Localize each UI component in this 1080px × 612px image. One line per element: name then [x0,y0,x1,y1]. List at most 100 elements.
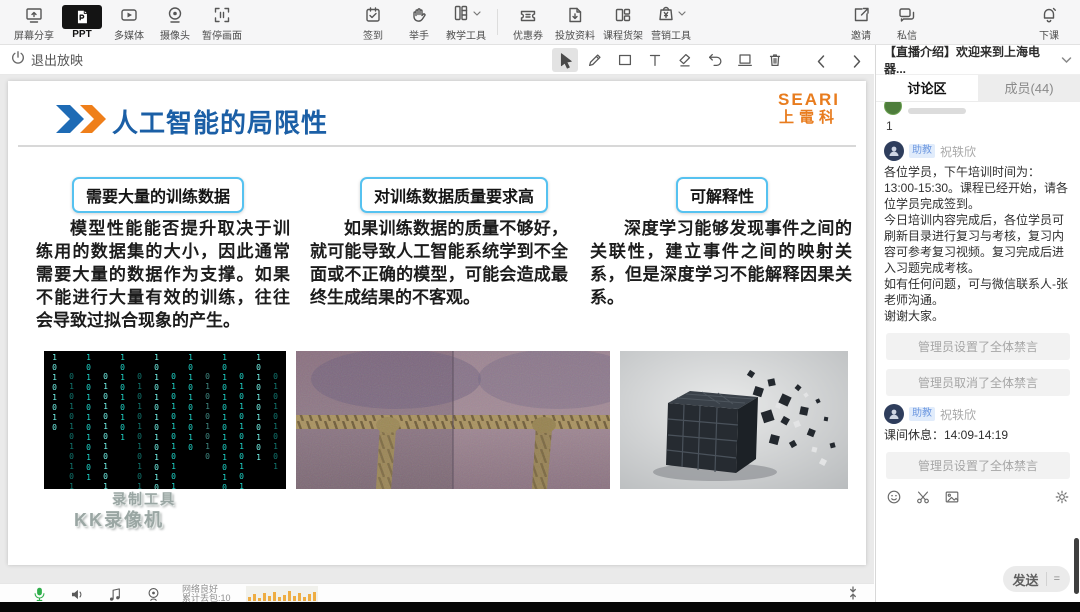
send-mode-toggle[interactable]: = [1054,573,1060,585]
network-status: 网络良好 累计丢包:10 [182,585,231,603]
settings-gear-icon[interactable] [1054,489,1070,505]
ppt-button[interactable]: PPT [58,1,106,43]
limitation-heading-3: 可解释性 [676,177,769,213]
avatar [884,102,902,115]
private-message-button[interactable]: 私信 [884,1,930,43]
private-message-icon [897,3,917,27]
exit-projection-button[interactable]: 退出放映 [10,50,83,69]
teaching-tools-button[interactable]: 教学工具 [442,1,490,43]
sign-in-icon [363,3,383,27]
send-divider [1045,572,1047,586]
exit-projection-label: 退出放映 [31,53,84,68]
limitation-body-2: 如果训练数据的质量不够好，就可能导致人工智能系统学到不全面或不正确的模型，可能会… [310,219,568,307]
text-tool[interactable] [642,48,668,72]
coupon-button[interactable]: 优惠券 [505,1,551,43]
exit-projection-icon [10,50,26,69]
chat-input[interactable] [876,509,1080,564]
multimedia-button[interactable]: 多媒体 [106,1,152,43]
seari-logo-subtext: 上電科 [779,109,840,126]
camera-button[interactable]: 摄像头 [152,1,198,43]
course-shelf-icon [613,3,633,27]
send-button[interactable]: 发送 = [1002,566,1070,592]
slide-toolbar: 退出放映 [0,45,874,75]
ppt-label: PPT [72,28,92,40]
avatar [884,404,904,424]
tab-discussion[interactable]: 讨论区 [876,75,978,101]
materials-button[interactable]: 投放资料 [551,1,599,43]
undo-tool[interactable] [702,48,728,72]
materials-label: 投放资料 [555,30,595,42]
screen-share-icon [24,3,44,27]
limitation-heading-1: 需要大量的训练数据 [72,177,245,213]
live-intro-dropdown[interactable]: 【直播介绍】欢迎来到上海电器... [876,44,1080,76]
course-shelf-button[interactable]: 课程货架 [599,1,647,43]
live-intro-title: 【直播介绍】欢迎来到上海电器... [884,44,1041,76]
speaker-button[interactable] [68,585,86,603]
microphone-button[interactable] [30,585,48,603]
message-line: 谢谢大家。 [884,309,945,323]
next-slide-button[interactable] [848,49,866,73]
invite-button[interactable]: 邀请 [838,1,884,43]
message-header: 助教 祝轶欣 [884,404,1072,424]
message-body: 各位学员，下午培训时间为：13:00-15:30。课程已经开始，请各位学员完成签… [884,164,1072,324]
chevron-down-icon [678,9,686,20]
message-body: 课间休息：14:09-14:19 [884,428,1009,442]
marketing-tools-button[interactable]: 营销工具 [647,1,695,43]
multimedia-icon [119,3,139,27]
music-button[interactable] [106,585,124,603]
toolbar-divider [497,9,498,35]
pause-frame-button[interactable]: 暂停画面 [198,1,246,43]
sign-in-label: 签到 [363,30,383,42]
chat-message-list[interactable]: 1 助教 祝轶欣 各位学员，下午培训时间为：13:00-15:30。课程已经开始… [876,102,1080,484]
prev-slide-button[interactable] [812,49,830,73]
status-bar: 网络良好 累计丢包:10 [0,583,874,606]
window-bottom-edge [0,602,1080,612]
scrollbar-thumb[interactable] [1074,538,1079,594]
pause-frame-label: 暂停画面 [202,30,242,42]
raise-hand-label: 举手 [409,30,429,42]
rectangle-tool[interactable] [612,48,638,72]
slide-stage: 人工智能的局限性 SEARI 上電科 需要大量的训练数据 对训练数据质量要求高 … [0,75,874,583]
slide-title: 人工智能的局限性 [112,108,329,138]
webinar-window: 屏幕分享 PPT 多媒体 摄像头 暂停画面 签到 举手 教学工具 优惠券 投放资… [0,0,1080,612]
teaching-tools-icon [451,3,471,26]
tab-members[interactable]: 成员(44) [978,75,1080,101]
sign-in-button[interactable]: 签到 [350,1,396,43]
screenshot-scissors-icon[interactable] [915,489,931,505]
screen-share-label: 屏幕分享 [14,30,54,42]
raise-hand-button[interactable]: 举手 [396,1,442,43]
invite-label: 邀请 [851,30,871,42]
ppt-icon [62,4,102,29]
title-underline [18,145,856,147]
username: 祝轶欣 [940,144,977,159]
ppt-slide: 人工智能的局限性 SEARI 上電科 需要大量的训练数据 对训练数据质量要求高 … [8,81,866,565]
partial-message-text: 1 [886,119,893,133]
recorder-watermark-line2: KK录像机 [74,509,164,530]
title-chevrons-decoration [54,103,112,140]
delete-annotation-tool[interactable] [762,48,788,72]
limitation-body-3: 深度学习能够发现事件之间的关联性，建立事件之间的映射关系，但是深度学习不能解释因… [590,219,852,307]
marketing-tools-icon [656,3,676,26]
select-tool[interactable] [552,48,578,72]
marketing-tools-label: 营销工具 [651,30,691,42]
annotation-tools [552,48,788,72]
pen-tool[interactable] [582,48,608,72]
disintegrating-cube-image [620,351,848,489]
end-class-button[interactable]: 下课 [1026,1,1072,43]
top-toolbar: 屏幕分享 PPT 多媒体 摄像头 暂停画面 签到 举手 教学工具 优惠券 投放资… [0,0,1080,45]
webcam-button[interactable] [144,585,162,603]
message-line: 如有任何问题，可与微信联系人-张老师沟通。 [884,277,1068,307]
image-icon[interactable] [944,489,960,505]
message-line: 各位学员，下午培训时间为：13:00-15:30。课程已经开始，请各位学员完成签… [884,165,1069,211]
matrix-code-image: 010101010 0101010101010101 01010101010101 0… [44,351,286,489]
emoji-icon[interactable] [886,489,902,505]
teaching-tools-label: 教学工具 [446,30,486,42]
limitation-body-1: 模型性能能否提升取决于训练用的数据集的大小，因此通常需要大量的数据作为支撑。如果… [36,219,290,330]
username: 祝轶欣 [940,407,977,422]
camera-label: 摄像头 [160,30,190,42]
screen-share-button[interactable]: 屏幕分享 [10,1,58,43]
coupon-icon [518,3,538,27]
eraser-tool[interactable] [672,48,698,72]
partial-message [884,102,1072,115]
board-tool[interactable] [732,48,758,72]
